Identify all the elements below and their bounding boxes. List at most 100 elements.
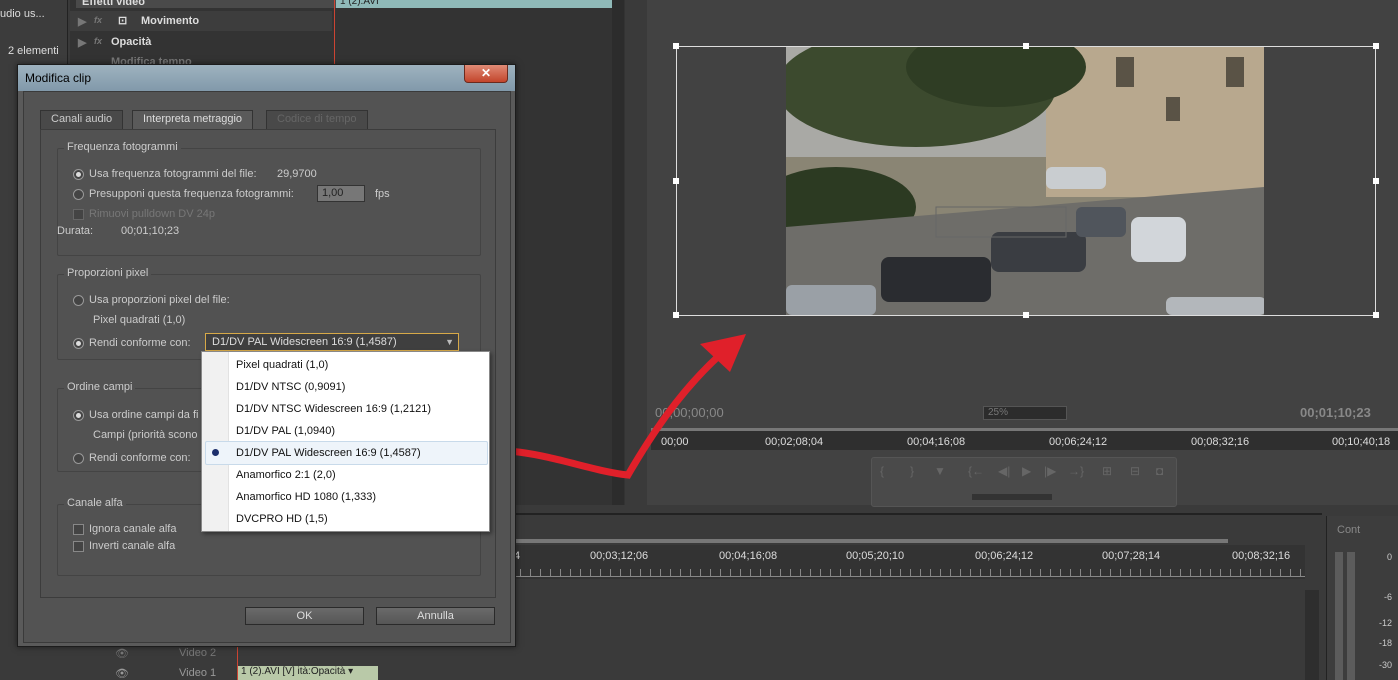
ruler-label: 00;08;32;16	[1232, 550, 1291, 562]
radio-use-file-fps[interactable]	[73, 169, 84, 180]
ruler-label: 00;04;16;08	[719, 550, 778, 562]
use-file-fields-label: Usa ordine campi da fi	[89, 409, 199, 421]
dropdown-option[interactable]: D1/DV PAL Widescreen 16:9 (1,4587)	[236, 447, 421, 459]
invert-alpha-label: Inverti canale alfa	[89, 540, 176, 552]
checkbox-invert-alpha[interactable]	[73, 541, 84, 552]
fx-icon: fx	[94, 36, 103, 46]
eye-icon[interactable]: 👁	[115, 667, 129, 680]
track-label: Video 2	[179, 647, 217, 659]
track-header-video2[interactable]: 👁 Video 2	[105, 645, 245, 661]
selected-bullet-icon	[212, 449, 219, 456]
group-title: Frequenza fotogrammi	[64, 141, 181, 153]
par-select-value: D1/DV PAL Widescreen 16:9 (1,4587)	[212, 336, 397, 348]
tab-interpret-footage[interactable]: Interpreta metraggio	[132, 110, 254, 130]
cancel-button[interactable]: Annulla	[376, 607, 495, 625]
ruler-label: 00;03;12;06	[590, 550, 649, 562]
transform-handle[interactable]	[1023, 43, 1029, 49]
tab-timecode[interactable]: Codice di tempo	[266, 110, 368, 129]
dropdown-option[interactable]: Anamorfico 2:1 (2,0)	[236, 469, 336, 481]
group-title: Canale alfa	[64, 497, 126, 509]
dropdown-option[interactable]: D1/DV NTSC (0,9091)	[236, 381, 345, 393]
meter-level: -18	[1378, 638, 1392, 648]
timeline-ruler[interactable]: 4 00;03;12;06 00;04;16;08 00;05;20;10 00…	[500, 539, 1305, 579]
radio-assume-fps[interactable]	[73, 189, 84, 200]
ok-button[interactable]: OK	[245, 607, 364, 625]
lift-icon[interactable]: ⊞	[1102, 464, 1112, 478]
close-button[interactable]: ✕	[464, 65, 508, 83]
step-forward-icon[interactable]: |▶	[1044, 464, 1056, 478]
dropdown-option[interactable]: D1/DV PAL (1,0940)	[236, 425, 335, 437]
checkbox-ignore-alpha[interactable]	[73, 524, 84, 535]
dropdown-option[interactable]: DVCPRO HD (1,5)	[236, 513, 328, 525]
radio-conform-par[interactable]	[73, 338, 84, 349]
eye-icon[interactable]: 👁	[115, 647, 129, 660]
timeline-ticks	[500, 569, 1305, 577]
dropdown-option[interactable]: Pixel quadrati (1,0)	[236, 359, 328, 371]
meter-level: -30	[1378, 660, 1392, 670]
play-icon[interactable]: ▶	[1022, 464, 1031, 478]
transform-handle[interactable]	[1373, 43, 1379, 49]
audio-meter-panel: Cont 0 -6 -12 -18 -30	[1326, 516, 1398, 680]
ruler-label: 00;08;32;16	[1191, 436, 1250, 448]
ruler-label: 00;07;28;14	[1102, 550, 1161, 562]
dropdown-option[interactable]: Anamorfico HD 1080 (1,333)	[236, 491, 376, 503]
mark-out-icon[interactable]: }	[910, 464, 914, 478]
group-title: Proporzioni pixel	[64, 267, 152, 279]
checkbox-pulldown[interactable]	[73, 209, 84, 220]
use-file-par-label: Usa proporzioni pixel del file:	[89, 294, 230, 306]
conform-fields-label: Rendi conforme con:	[89, 452, 191, 464]
ruler-label: 00;05;20;10	[846, 550, 905, 562]
transform-handle[interactable]	[1023, 312, 1029, 318]
track-header-video1[interactable]: 👁 Video 1	[105, 665, 245, 680]
effects-header: Effetti video	[76, 0, 351, 8]
zoom-select[interactable]: 25%	[983, 406, 1067, 420]
duration-value: 00;01;10;23	[121, 225, 180, 237]
radio-use-file-fields[interactable]	[73, 410, 84, 421]
transform-handle[interactable]	[1373, 312, 1379, 318]
meter-level: 0	[1386, 552, 1392, 562]
ruler-label: 00;06;24;12	[1049, 436, 1108, 448]
transform-handle[interactable]	[673, 43, 679, 49]
timeline-scrollbar[interactable]	[1305, 590, 1319, 680]
chevron-down-icon[interactable]: ▼	[445, 334, 454, 350]
fps-input[interactable]: 1,00	[317, 185, 365, 202]
transform-bounding-box[interactable]	[673, 43, 1379, 318]
effects-clip-bar[interactable]: 1 (2).AVI	[336, 0, 623, 8]
tab-audio-channels[interactable]: Canali audio	[40, 110, 124, 129]
step-back-icon[interactable]: ◀|	[998, 464, 1010, 478]
file-fps-value: 29,9700	[277, 168, 317, 180]
radio-conform-fields[interactable]	[73, 453, 84, 464]
timeline-zoom-bar[interactable]	[500, 539, 1228, 543]
duration-timecode: 00;01;10;23	[1300, 405, 1371, 420]
dialog-title: Modifica clip	[25, 71, 92, 85]
mark-in-icon[interactable]: {	[880, 464, 884, 478]
monitor-time-ruler[interactable]: 00;00 00;02;08;04 00;04;16;08 00;06;24;1…	[651, 428, 1398, 450]
jog-shuttle[interactable]	[972, 494, 1052, 500]
transform-handle[interactable]	[1373, 178, 1379, 184]
group-frame-rate: Frequenza fotogrammi	[57, 141, 481, 256]
go-to-out-icon[interactable]: →}	[1068, 464, 1084, 478]
dialog-titlebar[interactable]: Modifica clip ✕	[18, 65, 515, 91]
effect-row-motion[interactable]: ▶ fx ⊡ Movimento	[70, 11, 332, 31]
project-item-count: 2 elementi	[8, 45, 59, 57]
audio-meter-title: Cont	[1337, 524, 1361, 536]
transform-icon: ⊡	[118, 15, 128, 27]
meter-bar-left	[1335, 552, 1343, 680]
transform-handle[interactable]	[673, 178, 679, 184]
dropdown-option[interactable]: D1/DV NTSC Widescreen 16:9 (1,2121)	[236, 403, 431, 415]
expand-icon[interactable]: ▶	[78, 36, 86, 49]
effect-row-opacity[interactable]: ▶ fx Opacità	[70, 32, 332, 52]
fps-unit: fps	[375, 188, 390, 200]
expand-icon[interactable]: ▶	[78, 15, 86, 28]
marker-icon[interactable]: ▼	[934, 464, 946, 478]
ruler-label: 00;02;08;04	[765, 436, 824, 448]
timeline-clip[interactable]: 1 (2).AVI [V] ità:Opacità ▾	[238, 666, 378, 680]
radio-use-file-par[interactable]	[73, 295, 84, 306]
ruler-label: 00;04;16;08	[907, 436, 966, 448]
camera-icon[interactable]: ◘	[1156, 464, 1163, 478]
extract-icon[interactable]: ⊟	[1130, 464, 1140, 478]
par-select[interactable]: D1/DV PAL Widescreen 16:9 (1,4587) ▼	[205, 333, 459, 351]
file-par-value: Pixel quadrati (1,0)	[93, 314, 186, 326]
go-to-in-icon[interactable]: {←	[968, 464, 984, 478]
transform-handle[interactable]	[673, 312, 679, 318]
